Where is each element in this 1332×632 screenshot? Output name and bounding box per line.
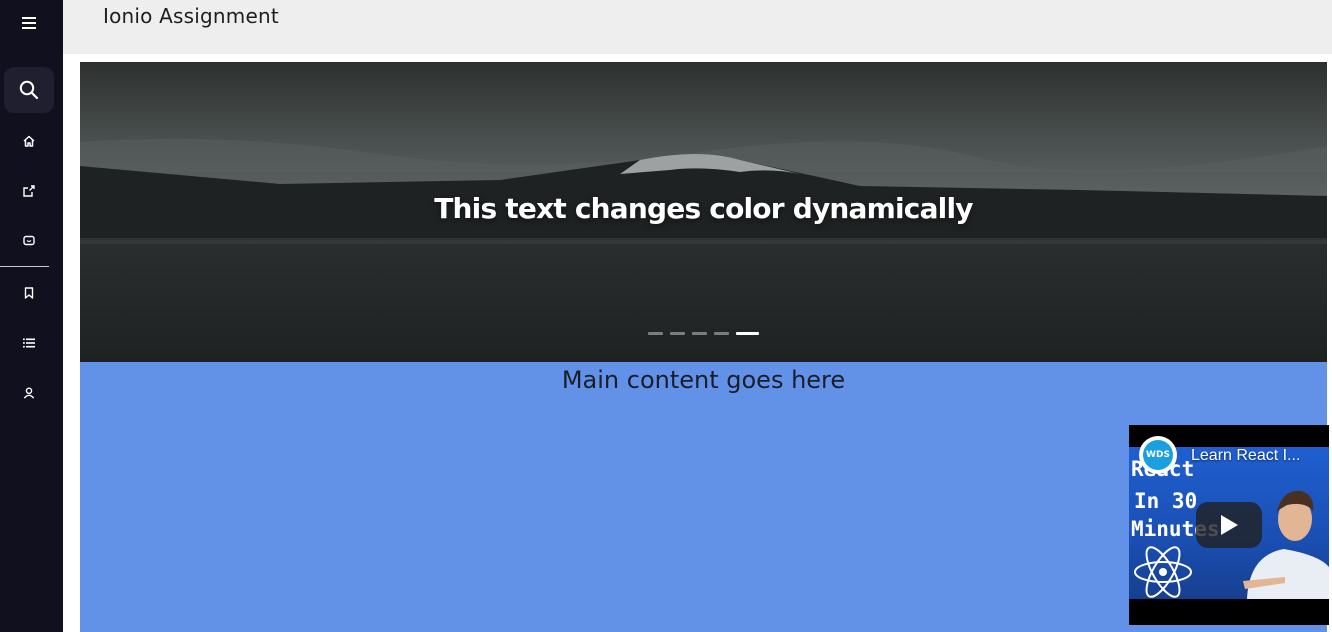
carousel-dot[interactable] [714, 332, 729, 335]
app-header: Ionio Assignment [63, 0, 1332, 54]
menu-icon [22, 17, 36, 29]
react-logo-icon [1134, 546, 1192, 598]
home-button[interactable] [4, 118, 54, 164]
list-button[interactable] [4, 320, 54, 366]
search-button[interactable] [4, 67, 54, 113]
video-embed[interactable]: React In 30 Minutes WDS Learn React I... [1129, 425, 1329, 625]
list-icon [23, 338, 35, 348]
carousel-dot[interactable] [692, 332, 707, 335]
page-title: Ionio Assignment [103, 4, 279, 28]
main-content-text: Main content goes here [561, 366, 846, 394]
menu-button[interactable] [4, 0, 54, 46]
hero-carousel[interactable]: This text changes color dynamically [80, 62, 1327, 362]
sidebar [0, 0, 63, 632]
carousel-dot-active[interactable] [736, 332, 759, 335]
play-button[interactable] [1196, 502, 1262, 548]
hero-headline: This text changes color dynamically [434, 192, 973, 225]
profile-button[interactable] [4, 370, 54, 416]
carousel-pagination [648, 332, 759, 336]
play-icon [1221, 515, 1238, 535]
export-icon [23, 185, 35, 197]
user-icon [23, 387, 35, 399]
export-button[interactable] [4, 168, 54, 214]
chat-button[interactable] [4, 218, 54, 264]
search-icon [19, 80, 39, 100]
bookmark-button[interactable] [4, 270, 54, 316]
video-title[interactable]: Learn React I... [1191, 447, 1321, 465]
channel-badge: WDS [1143, 440, 1173, 470]
home-icon [23, 135, 35, 147]
sidebar-divider [0, 266, 49, 267]
carousel-dot[interactable] [648, 332, 663, 335]
bookmark-icon [24, 287, 34, 299]
thumbnail-text: In 30 [1134, 489, 1198, 513]
channel-avatar[interactable]: WDS [1139, 436, 1177, 474]
carousel-dot[interactable] [670, 332, 685, 335]
chat-icon [23, 235, 35, 246]
